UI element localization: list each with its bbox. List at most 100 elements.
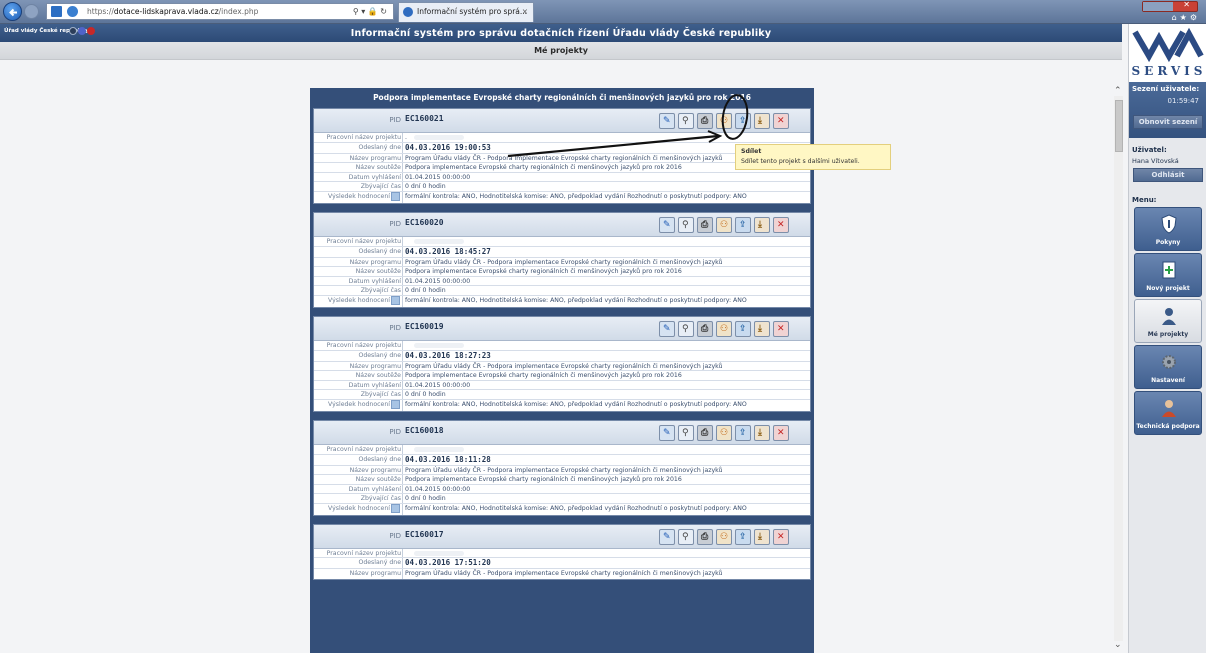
project-header: PID EC160020 ✎ ⚲ ⎙ ⚇ ⇪ ⤓ ✕ xyxy=(314,212,810,237)
view-button[interactable]: ⚲ xyxy=(678,216,694,233)
remaining-value: 0 dní 0 hodin xyxy=(405,183,446,191)
app-title: Informační systém pro správu dotačních ř… xyxy=(350,28,772,39)
print-button[interactable]: ⎙ xyxy=(697,424,713,441)
download-button[interactable]: ⤓ xyxy=(754,424,770,441)
menu-item-technicka-podpora[interactable]: Technická podpora xyxy=(1134,391,1202,435)
scrollbar-thumb[interactable] xyxy=(1115,100,1123,152)
send-icon: ⇪ xyxy=(739,116,747,126)
row-call: Název soutěže Podpora implementace Evrops… xyxy=(314,371,810,381)
print-button[interactable]: ⎙ xyxy=(697,320,713,337)
menu-item-novy-projekt[interactable]: Nový projekt xyxy=(1134,253,1202,297)
window-controls[interactable]: ✕ xyxy=(1142,0,1198,12)
result-info-icon[interactable] xyxy=(391,503,400,513)
result-info-icon[interactable] xyxy=(391,295,400,305)
app-header: Úřad vlády České republiky Informační sy… xyxy=(0,24,1122,42)
share-users-icon: ⚇ xyxy=(720,219,729,230)
pencil-icon: ✎ xyxy=(663,116,671,126)
edit-button[interactable]: ✎ xyxy=(659,424,675,441)
share-button[interactable]: ⚇ xyxy=(716,216,732,233)
vav-servis-logo: SERVIS xyxy=(1129,24,1206,82)
result-info-icon[interactable] xyxy=(391,191,400,201)
share-button[interactable]: ⚇ xyxy=(716,528,732,545)
project-actions: ✎ ⚲ ⎙ ⚇ ⇪ ⤓ ✕ xyxy=(659,216,792,233)
result-label: Výsledek hodnocení xyxy=(328,400,390,408)
menu-item-pokyny[interactable]: Pokyny xyxy=(1134,207,1202,251)
submit-button[interactable]: ⇪ xyxy=(735,216,751,233)
row-working-name: Pracovní název projektu xyxy=(314,340,810,351)
home-star-icons[interactable]: ⌂★⚙ xyxy=(1172,13,1200,22)
session-box: Sezení uživatele: 01:59:47 Obnovit sezen… xyxy=(1129,82,1206,138)
sent-value: 04.03.2016 18:27:23 xyxy=(405,350,491,360)
address-bar[interactable]: https://dotace-lidskaprava.vlada.cz/inde… xyxy=(46,3,394,20)
print-button[interactable]: ⎙ xyxy=(697,113,713,129)
row-announced: Datum vyhlášení 01.04.2015 00:00:00 xyxy=(314,484,810,495)
renew-session-button[interactable]: Obnovit sezení xyxy=(1133,115,1203,129)
row-remaining: Zbývající čas 0 dní 0 hodin xyxy=(314,286,810,296)
print-button[interactable]: ⎙ xyxy=(697,216,713,233)
download-icon: ⤓ xyxy=(758,219,762,230)
working-name-label: Pracovní název projektu xyxy=(326,445,401,453)
share-users-icon: ⚇ xyxy=(720,116,729,126)
scroll-down-icon[interactable]: ⌄ xyxy=(1114,640,1122,650)
project-card: PID EC160017 ✎ ⚲ ⎙ ⚇ ⇪ ⤓ ✕ Pracovní název proj… xyxy=(313,523,811,581)
new-document-icon xyxy=(1162,261,1176,279)
project-header: PID EC160021 ✎ ⚲ ⎙ ⚇ ⇪ ⤓ ✕ xyxy=(314,109,810,133)
edit-button[interactable]: ✎ xyxy=(659,216,675,233)
share-button[interactable]: ⚇ xyxy=(716,113,732,129)
projects-panel: Podpora implementace Evropské charty reg… xyxy=(310,88,814,653)
browser-tab[interactable]: Informační systém pro sprá... × xyxy=(398,2,534,22)
delete-button[interactable]: ✕ xyxy=(773,216,789,233)
logout-button[interactable]: Odhlásit xyxy=(1133,168,1203,182)
download-button[interactable]: ⤓ xyxy=(754,216,770,233)
menu-label-novy-projekt: Nový projekt xyxy=(1146,285,1190,292)
browser-chrome: https://dotace-lidskaprava.vlada.cz/inde… xyxy=(0,0,1206,24)
edit-button[interactable]: ✎ xyxy=(659,528,675,545)
forward-button[interactable] xyxy=(24,4,39,19)
view-button[interactable]: ⚲ xyxy=(678,113,694,129)
delete-button[interactable]: ✕ xyxy=(773,424,789,441)
submit-button[interactable]: ⇪ xyxy=(735,424,751,441)
view-button[interactable]: ⚲ xyxy=(678,528,694,545)
pencil-icon: ✎ xyxy=(663,219,671,230)
result-value: formální kontrola: ANO, Hodnotitelská ko… xyxy=(405,296,747,304)
delete-button[interactable]: ✕ xyxy=(773,113,789,129)
pid-label: PID xyxy=(389,531,401,540)
menu-item-me-projekty[interactable]: Mé projekty xyxy=(1134,299,1202,343)
row-program: Název programu Program Úřadu vlády ČR - P… xyxy=(314,569,810,580)
result-info-icon[interactable] xyxy=(391,399,400,409)
scroll-up-icon[interactable]: ⌃ xyxy=(1114,86,1122,96)
submit-button[interactable]: ⇪ xyxy=(735,528,751,545)
edit-button[interactable]: ✎ xyxy=(659,113,675,129)
minimize-maximize-button[interactable] xyxy=(1143,2,1173,11)
edit-button[interactable]: ✎ xyxy=(659,320,675,337)
call-value: Podpora implementace Evropské charty reg… xyxy=(405,476,682,484)
view-button[interactable]: ⚲ xyxy=(678,424,694,441)
submit-button[interactable]: ⇪ xyxy=(735,113,751,129)
print-button[interactable]: ⎙ xyxy=(697,528,713,545)
pid-value: EC160019 xyxy=(405,321,444,331)
remaining-value: 0 dní 0 hodin xyxy=(405,287,446,295)
announced-value: 01.04.2015 00:00:00 xyxy=(405,277,471,285)
submit-button[interactable]: ⇪ xyxy=(735,320,751,337)
row-working-name: Pracovní název projektu. xyxy=(314,133,810,143)
row-sent: Odeslaný dne 04.03.2016 18:11:28 xyxy=(314,454,810,466)
share-button[interactable]: ⚇ xyxy=(716,424,732,441)
delete-button[interactable]: ✕ xyxy=(773,528,789,545)
tab-close-icon[interactable]: × xyxy=(522,3,528,21)
view-button[interactable]: ⚲ xyxy=(678,320,694,337)
project-card: PID EC160018 ✎ ⚲ ⎙ ⚇ ⇪ ⤓ ✕ Pracovní název proj… xyxy=(313,419,811,516)
redacted-name xyxy=(414,446,464,452)
menu-item-nastaveni[interactable]: Nastavení xyxy=(1134,345,1202,389)
address-tools-icon[interactable]: ⚲ ▾ 🔒 ↻ xyxy=(353,4,387,19)
program-value: Program Úřadu vlády ČR - Podpora impleme… xyxy=(405,362,723,370)
pid-label: PID xyxy=(389,323,401,332)
share-button[interactable]: ⚇ xyxy=(716,320,732,337)
download-button[interactable]: ⤓ xyxy=(754,113,770,129)
download-button[interactable]: ⤓ xyxy=(754,320,770,337)
download-button[interactable]: ⤓ xyxy=(754,528,770,545)
session-label: Sezení uživatele: xyxy=(1132,85,1200,93)
back-button[interactable] xyxy=(3,2,22,21)
delete-button[interactable]: ✕ xyxy=(773,320,789,337)
scrollbar-track[interactable] xyxy=(1114,96,1123,641)
close-window-icon[interactable]: ✕ xyxy=(1183,0,1190,9)
